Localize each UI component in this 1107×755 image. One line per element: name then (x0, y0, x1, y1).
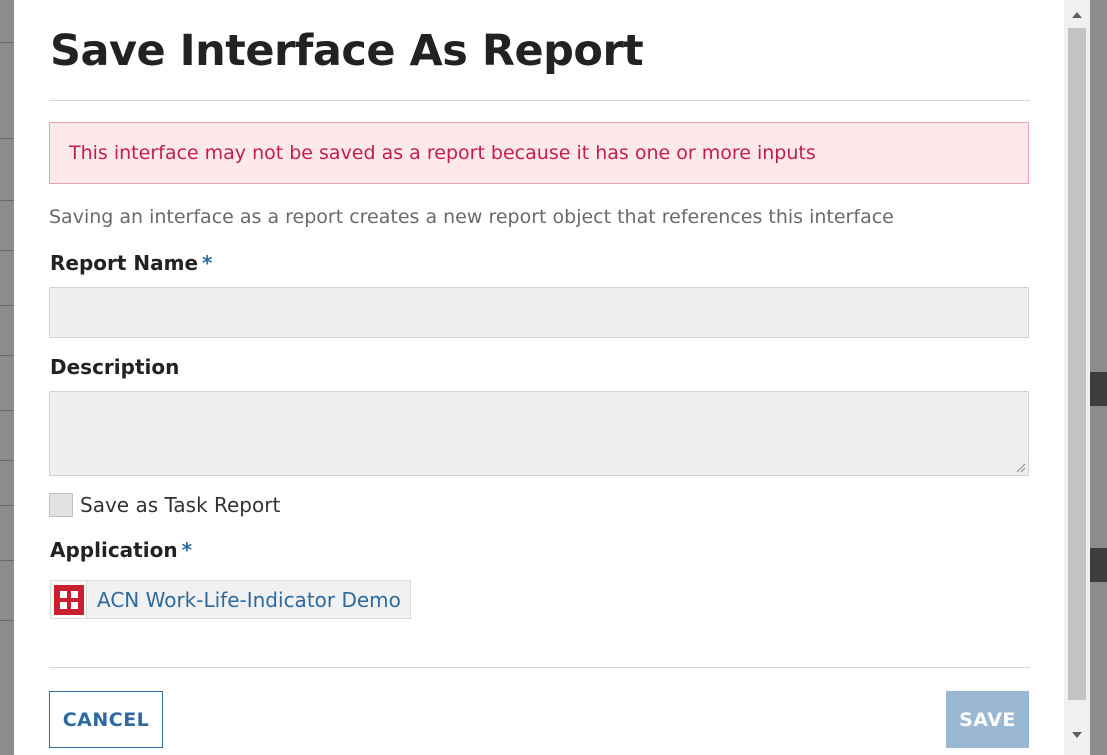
cancel-button[interactable]: CANCEL (49, 691, 163, 748)
application-icon (51, 581, 87, 618)
resize-grip-icon[interactable] (1016, 463, 1026, 473)
application-chip[interactable]: ACN Work-Life-Indicator Demo (50, 580, 411, 619)
help-text: Saving an interface as a report creates … (49, 206, 894, 228)
task-report-label[interactable]: Save as Task Report (80, 493, 280, 517)
description-label: Description (50, 355, 180, 379)
page-scrollbar[interactable] (1064, 0, 1090, 755)
dialog-title: Save Interface As Report (50, 26, 644, 76)
application-label: Application * (50, 538, 193, 562)
task-report-checkbox[interactable] (49, 493, 73, 517)
required-marker: * (202, 251, 213, 275)
scroll-down-icon[interactable] (1064, 722, 1090, 748)
save-report-dialog: Save Interface As Report This interface … (14, 0, 1064, 755)
background-page-right (1090, 0, 1107, 755)
report-name-label: Report Name * (50, 251, 213, 275)
task-report-option[interactable]: Save as Task Report (49, 493, 280, 517)
background-page-left (0, 0, 14, 755)
description-textarea[interactable] (49, 391, 1029, 476)
title-divider (49, 100, 1030, 101)
scroll-up-icon[interactable] (1064, 2, 1090, 28)
footer-divider (49, 667, 1030, 668)
save-button[interactable]: SAVE (946, 691, 1029, 748)
required-marker: * (181, 538, 193, 562)
report-name-input[interactable] (49, 287, 1029, 338)
scroll-thumb[interactable] (1068, 28, 1086, 700)
application-link[interactable]: ACN Work-Life-Indicator Demo (87, 581, 410, 618)
error-alert-text: This interface may not be saved as a rep… (69, 142, 816, 164)
error-alert: This interface may not be saved as a rep… (49, 122, 1029, 184)
